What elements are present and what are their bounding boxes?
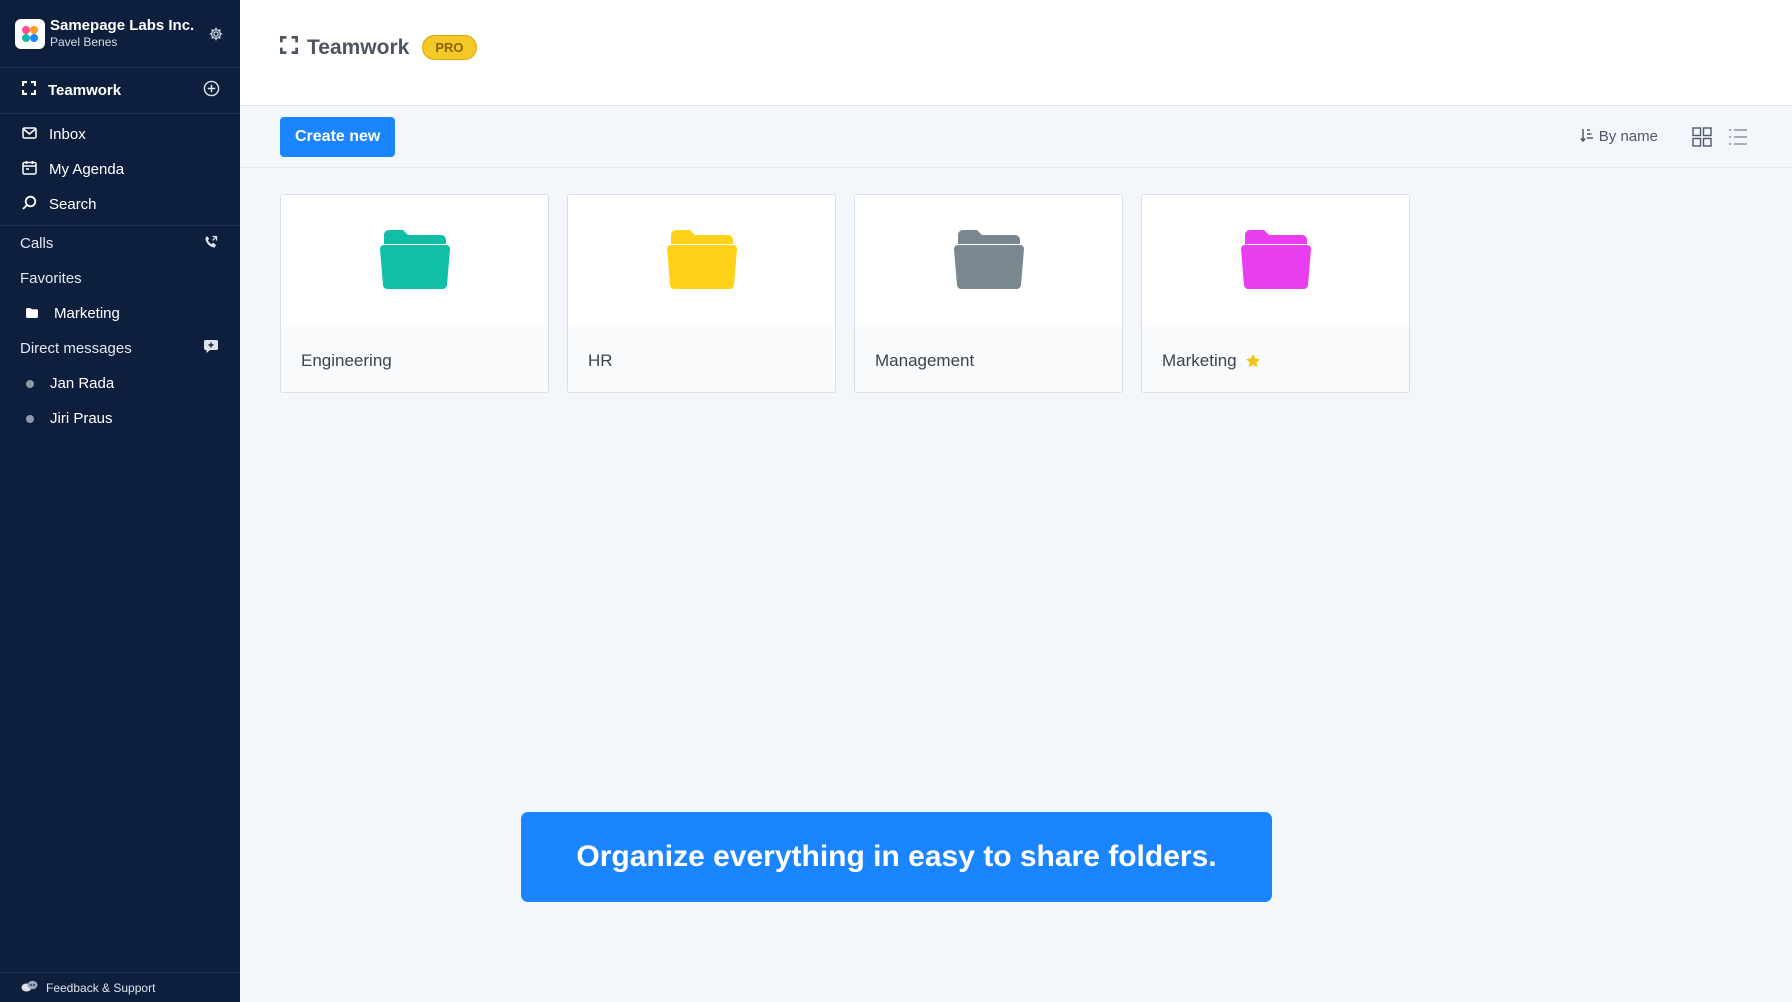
onboarding-banner: Organize everything in easy to share fol… [521,812,1272,902]
sidebar-item-label: Jiri Praus [50,410,113,427]
org-name: Samepage Labs Inc. [50,17,195,34]
card-footer: Management [855,327,1122,392]
sidebar-item-label: Jan Rada [50,375,115,392]
new-message-icon[interactable] [204,340,218,357]
list-view-icon[interactable] [1728,128,1748,146]
org-logo [15,18,45,49]
gear-icon[interactable] [206,24,226,44]
teamwork-icon [279,35,299,59]
sidebar-item-search[interactable]: Search [0,187,240,222]
create-new-button[interactable]: Create new [280,116,396,157]
feedback-support-link[interactable]: Feedback & Support [0,972,240,1002]
sort-icon [1580,128,1594,146]
chat-bubbles-icon [21,980,38,996]
main-content: Teamwork PRO Create new By name Engineer… [240,0,1792,1002]
sidebar-item-inbox[interactable]: Inbox [0,117,240,152]
folder-card[interactable]: Management [854,194,1123,393]
folder-icon [666,229,737,294]
folder-name: Marketing [1162,350,1237,370]
grid-view-icon[interactable] [1692,126,1712,147]
page-title: Teamwork [307,35,410,59]
folder-card[interactable]: HR [567,194,836,393]
sidebar-item-label: Inbox [49,126,86,143]
card-thumbnail [568,195,835,327]
search-icon [22,195,37,214]
folder-icon [379,229,450,294]
sidebar-section-favorites: Favorites [0,261,240,296]
org-user: Pavel Benes [50,35,118,49]
calendar-icon [22,160,37,179]
sidebar-item-label: Teamwork [48,82,122,99]
sidebar-section-calls[interactable]: Calls [0,226,240,261]
presence-dot [26,414,34,423]
sort-button[interactable]: By name [1580,128,1658,146]
org-switcher[interactable]: Samepage Labs Inc. Pavel Benes [0,0,240,68]
card-thumbnail [855,195,1122,327]
folder-card[interactable]: Engineering [280,194,549,393]
folder-name: Management [875,350,975,370]
folder-name: Engineering [301,350,392,370]
sidebar-item-teamwork[interactable]: Teamwork [0,68,240,114]
sort-label: By name [1598,128,1658,145]
card-footer: HR [568,327,835,392]
card-footer: Marketing [1142,327,1409,392]
toolbar: Create new By name [240,106,1792,168]
folder-icon [1240,229,1311,294]
sidebar-item-jan-rada[interactable]: Jan Rada [0,366,240,401]
card-thumbnail [281,195,548,327]
sidebar-item-jiri-praus[interactable]: Jiri Praus [0,401,240,436]
sidebar-item-label: My Agenda [49,161,125,178]
presence-dot [26,379,34,388]
feedback-label: Feedback & Support [46,980,156,995]
sidebar-section-direct-messages[interactable]: Direct messages [0,331,240,366]
teamwork-icon [21,80,37,100]
section-label: Direct messages [20,340,132,357]
sidebar-item-my-agenda[interactable]: My Agenda [0,152,240,187]
org-info: Samepage Labs Inc. Pavel Benes [50,17,206,50]
card-footer: Engineering [281,327,548,392]
section-label: Favorites [20,270,82,287]
phone-icon[interactable] [204,235,218,253]
sidebar-item-label: Search [49,196,97,213]
folder-name: HR [588,350,613,370]
sidebar: Samepage Labs Inc. Pavel Benes Teamwork … [0,0,240,1002]
folder-icon [26,305,38,322]
sidebar-nav: Inbox My Agenda Search [0,114,240,226]
folder-card[interactable]: Marketing [1141,194,1410,393]
page-header: Teamwork PRO [240,0,1792,106]
add-circle-icon[interactable] [203,80,220,102]
section-label: Calls [20,235,54,252]
inbox-icon [22,126,37,143]
pro-badge[interactable]: PRO [422,35,477,60]
folder-icon [953,229,1024,294]
card-thumbnail [1142,195,1409,327]
star-icon[interactable] [1245,353,1261,369]
sidebar-item-label: Marketing [54,305,120,322]
folder-grid: Engineering HR Management Marketing [240,168,1792,419]
sidebar-item-marketing[interactable]: Marketing [0,296,240,331]
